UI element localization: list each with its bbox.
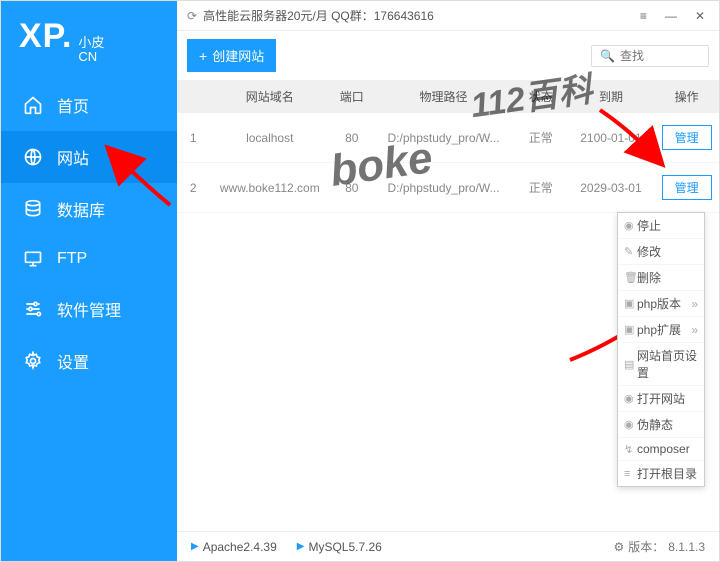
sidebar-item-label: FTP (57, 250, 87, 268)
cell-expire: 2100-01-01 (568, 113, 654, 163)
logo-line1: 小皮 (78, 36, 104, 50)
monitor-icon (23, 249, 43, 269)
ctx-delete[interactable]: 🗑删除 (618, 265, 704, 291)
ext-icon: ▣ (624, 323, 634, 336)
rewrite-icon: ◉ (624, 418, 634, 431)
sliders-icon (23, 299, 43, 319)
sidebar-item-label: 数据库 (57, 197, 105, 221)
new-site-button[interactable]: 创建网站 (187, 39, 276, 72)
cell-status: 正常 (514, 113, 568, 163)
gear-icon (23, 351, 43, 371)
menu-icon[interactable]: ≡ (636, 9, 651, 23)
col-action: 操作 (654, 80, 719, 113)
sidebar-item-database[interactable]: 数据库 (1, 183, 177, 235)
window-controls: ≡ — ✕ (636, 9, 709, 23)
trash-icon: 🗑 (624, 271, 634, 284)
chevron-right-icon: » (691, 323, 698, 337)
search-box[interactable]: 🔍 (591, 45, 709, 67)
sidebar-item-label: 首页 (57, 93, 89, 117)
ctx-phpver[interactable]: ▣php版本» (618, 291, 704, 317)
page-icon: ▤ (624, 358, 634, 371)
app-window: XP. 小皮 CN 首页 网站 数据库 (0, 0, 720, 562)
cell-status: 正常 (514, 163, 568, 213)
play-icon: ▶ (191, 541, 199, 552)
cell-domain: www.boke112.com (209, 163, 330, 213)
col-port: 端口 (330, 80, 373, 113)
gear-icon: ⚙ (614, 540, 625, 554)
sidebar: XP. 小皮 CN 首页 网站 数据库 (1, 1, 177, 561)
ctx-rewrite[interactable]: ◉伪静态 (618, 412, 704, 438)
ctx-stop[interactable]: ◉停止 (618, 213, 704, 239)
site-table: 网站域名 端口 物理路径 状态 到期 操作 1 localhost 80 D:/… (177, 80, 719, 213)
php-icon: ▣ (624, 297, 634, 310)
cell-path: D:/phpstudy_pro/W... (373, 113, 513, 163)
cell-idx: 1 (177, 113, 209, 163)
search-icon: 🔍 (600, 49, 615, 63)
globe-icon (23, 147, 43, 167)
col-index (177, 80, 209, 113)
toolbar: 创建网站 🔍 (177, 31, 719, 80)
manage-button[interactable]: 管理 (662, 175, 712, 200)
stop-icon: ◉ (624, 219, 634, 232)
new-site-label: 创建网站 (212, 46, 264, 65)
col-path: 物理路径 (373, 80, 513, 113)
manage-button[interactable]: 管理 (662, 125, 712, 150)
sidebar-item-website[interactable]: 网站 (1, 131, 177, 183)
cell-port: 80 (330, 113, 373, 163)
titlebar: ⟳ 高性能云服务器20元/月 QQ群：176643616 ≡ — ✕ (177, 1, 719, 31)
search-input[interactable] (620, 49, 700, 63)
logo-line2: CN (78, 50, 104, 64)
col-status: 状态 (514, 80, 568, 113)
logo: XP. 小皮 CN (1, 1, 177, 79)
col-expire: 到期 (568, 80, 654, 113)
home-icon (23, 95, 43, 115)
ctx-composer[interactable]: ↯composer (618, 438, 704, 461)
sidebar-item-label: 设置 (57, 349, 89, 373)
col-domain: 网站域名 (209, 80, 330, 113)
service-mysql[interactable]: ▶MySQL5.7.26 (297, 540, 382, 554)
titlebar-text: 高性能云服务器20元/月 QQ群：176643616 (203, 7, 434, 24)
cell-port: 80 (330, 163, 373, 213)
table-row[interactable]: 1 localhost 80 D:/phpstudy_pro/W... 正常 2… (177, 113, 719, 163)
sidebar-item-software[interactable]: 软件管理 (1, 283, 177, 335)
sidebar-item-label: 网站 (57, 145, 89, 169)
composer-icon: ↯ (624, 443, 634, 456)
ctx-homepageset[interactable]: ▤网站首页设置 (618, 343, 704, 386)
ctx-opensite[interactable]: ◉打开网站 (618, 386, 704, 412)
close-icon[interactable]: ✕ (691, 9, 709, 23)
cell-domain: localhost (209, 113, 330, 163)
logo-prefix: XP. (19, 17, 72, 56)
ctx-openroot[interactable]: ≡打开根目录 (618, 461, 704, 486)
ctx-phpext[interactable]: ▣php扩展» (618, 317, 704, 343)
service-apache[interactable]: ▶Apache2.4.39 (191, 540, 277, 554)
open-icon: ◉ (624, 392, 634, 405)
ctx-edit[interactable]: ✎修改 (618, 239, 704, 265)
statusbar: ▶Apache2.4.39 ▶MySQL5.7.26 ⚙ 版本：8.1.1.3 (177, 531, 719, 561)
chevron-right-icon: » (691, 297, 698, 311)
sidebar-item-label: 软件管理 (57, 297, 121, 321)
minimize-icon[interactable]: — (661, 9, 681, 23)
sidebar-item-settings[interactable]: 设置 (1, 335, 177, 387)
version-display: ⚙ 版本：8.1.1.3 (614, 538, 705, 555)
context-menu: ◉停止 ✎修改 🗑删除 ▣php版本» ▣php扩展» ▤网站首页设置 ◉打开网… (617, 212, 705, 487)
cell-path: D:/phpstudy_pro/W... (373, 163, 513, 213)
database-icon (23, 199, 43, 219)
cell-expire: 2029-03-01 (568, 163, 654, 213)
site-table-wrap: 网站域名 端口 物理路径 状态 到期 操作 1 localhost 80 D:/… (177, 80, 719, 531)
play-icon: ▶ (297, 541, 305, 552)
table-row[interactable]: 2 www.boke112.com 80 D:/phpstudy_pro/W..… (177, 163, 719, 213)
folder-icon: ≡ (624, 468, 634, 480)
main-panel: ⟳ 高性能云服务器20元/月 QQ群：176643616 ≡ — ✕ 创建网站 … (177, 1, 719, 561)
sidebar-item-home[interactable]: 首页 (1, 79, 177, 131)
refresh-icon[interactable]: ⟳ (187, 9, 197, 23)
logo-suffix: 小皮 CN (78, 36, 104, 65)
sidebar-item-ftp[interactable]: FTP (1, 235, 177, 283)
edit-icon: ✎ (624, 245, 634, 258)
cell-idx: 2 (177, 163, 209, 213)
